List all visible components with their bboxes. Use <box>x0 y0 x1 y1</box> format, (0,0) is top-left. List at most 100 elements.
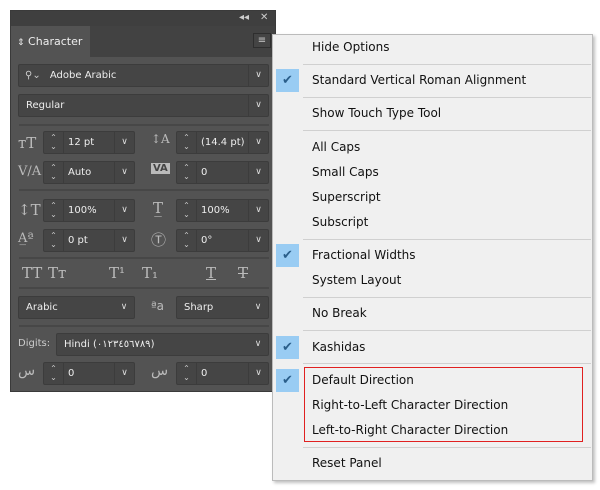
chevron-down-icon[interactable]: ∨ <box>114 162 134 183</box>
all-caps-button[interactable]: TT <box>22 264 42 282</box>
collapse-icon[interactable]: ◂◂ <box>239 12 249 23</box>
insert-space-icon: س <box>18 363 36 379</box>
highlight-box <box>304 367 583 442</box>
chevron-down-icon[interactable]: ∨ <box>248 132 268 153</box>
diacritic-position-field[interactable]: ⌃ ⌄ 0 ∨ <box>176 362 269 385</box>
stepper-icon[interactable]: ⌃ ⌄ <box>44 132 64 153</box>
font-size-field[interactable]: ⌃ ⌄ 12 pt ∨ <box>43 131 135 154</box>
menu-item-hide-options[interactable]: Hide Options <box>312 35 389 60</box>
leading-field[interactable]: ⌃ ⌄ (14.4 pt) ∨ <box>176 131 269 154</box>
font-size-icon: тT <box>18 134 37 152</box>
chevron-down-icon[interactable]: ∨ <box>248 162 268 183</box>
panel-top-bar: ◂◂ ✕ <box>11 11 275 26</box>
diacritic-position-value[interactable]: 0 <box>201 363 207 384</box>
chevron-down-icon[interactable]: ∨ <box>248 200 268 221</box>
menu-item-subscript[interactable]: Subscript <box>312 210 368 235</box>
checkmark-icon: ✔ <box>276 369 299 392</box>
vertical-scale-field[interactable]: ⌃ ⌄ 100% ∨ <box>43 199 135 222</box>
tracking-value[interactable]: 0 <box>201 162 207 183</box>
chevron-down-icon[interactable]: ∨ <box>114 200 134 221</box>
stepper-icon[interactable]: ⌃ ⌄ <box>44 200 64 221</box>
tab-arrows-icon: ⇕ <box>17 38 25 48</box>
menu-item-reset-panel[interactable]: Reset Panel <box>312 451 382 476</box>
chevron-down-icon[interactable]: ∨ <box>248 334 268 355</box>
leading-icon: ↕A <box>151 132 170 146</box>
menu-item-show-touch-type-tool[interactable]: Show Touch Type Tool <box>312 101 441 126</box>
stepper-icon[interactable]: ⌃ ⌄ <box>44 363 64 384</box>
horizontal-scale-value[interactable]: 100% <box>201 200 230 221</box>
menu-separator <box>303 239 591 240</box>
digits-value: Hindi (٠١٢٣٤٥٦٧٨٩) <box>64 339 155 350</box>
panel-menu-button[interactable]: ≡ <box>253 33 271 48</box>
menu-item-fractional-widths[interactable]: Fractional Widths <box>312 243 416 268</box>
divider <box>19 124 269 126</box>
menu-separator <box>303 97 591 98</box>
baseline-shift-field[interactable]: ⌃ ⌄ 0 pt ∨ <box>43 229 135 252</box>
menu-item-system-layout[interactable]: System Layout <box>312 268 401 293</box>
language-select[interactable]: Arabic ∨ <box>18 296 135 319</box>
menu-item-no-break[interactable]: No Break <box>312 301 367 326</box>
divider <box>19 257 269 259</box>
stepper-icon[interactable]: ⌃ ⌄ <box>177 162 197 183</box>
underline-button[interactable]: T <box>206 264 216 282</box>
rotation-value[interactable]: 0° <box>201 230 212 251</box>
strikethrough-button[interactable]: T <box>238 264 248 282</box>
close-icon[interactable]: ✕ <box>260 12 268 23</box>
stepper-icon[interactable]: ⌃ ⌄ <box>177 230 197 251</box>
insert-space-value[interactable]: 0 <box>68 363 74 384</box>
antialias-select[interactable]: Sharp ∨ <box>176 296 269 319</box>
baseline-shift-icon: A̲ª <box>18 231 34 246</box>
diacritic-position-icon: س <box>151 363 169 379</box>
tab-character[interactable]: ⇕ Character <box>11 26 90 57</box>
vertical-scale-icon: ↕T <box>18 201 41 219</box>
character-panel: ◂◂ ✕ ⇕ Character ≡ ⚲⌄ Adobe Arabic ∨ Reg… <box>10 10 276 392</box>
tracking-icon: VA <box>151 163 170 174</box>
small-caps-button[interactable]: Tт <box>48 264 66 282</box>
kerning-field[interactable]: ⌃ ⌄ Auto ∨ <box>43 161 135 184</box>
font-size-value[interactable]: 12 pt <box>68 132 94 153</box>
checkmark-icon: ✔ <box>276 336 299 359</box>
vertical-scale-value[interactable]: 100% <box>68 200 97 221</box>
stepper-icon[interactable]: ⌃ ⌄ <box>44 230 64 251</box>
rotation-field[interactable]: ⌃ ⌄ 0° ∨ <box>176 229 269 252</box>
digits-label: Digits: <box>18 338 51 349</box>
checkmark-icon: ✔ <box>276 244 299 267</box>
language-value: Arabic <box>26 302 58 313</box>
stepper-icon[interactable]: ⌃ ⌄ <box>177 363 197 384</box>
divider <box>19 325 269 327</box>
kerning-value[interactable]: Auto <box>68 162 91 183</box>
digits-select[interactable]: Hindi (٠١٢٣٤٥٦٧٨٩) ∨ <box>56 333 269 356</box>
stepper-icon[interactable]: ⌃ ⌄ <box>177 200 197 221</box>
menu-item-small-caps[interactable]: Small Caps <box>312 160 379 185</box>
chevron-down-icon[interactable]: ∨ <box>114 297 134 318</box>
leading-value[interactable]: (14.4 pt) <box>201 132 245 153</box>
chevron-down-icon[interactable]: ∨ <box>248 297 268 318</box>
baseline-shift-value[interactable]: 0 pt <box>68 230 88 251</box>
font-family-select[interactable]: ⚲⌄ Adobe Arabic ∨ <box>18 64 269 87</box>
chevron-down-icon[interactable]: ∨ <box>248 65 268 86</box>
tracking-field[interactable]: ⌃ ⌄ 0 ∨ <box>176 161 269 184</box>
antialias-value: Sharp <box>184 302 214 313</box>
menu-item-superscript[interactable]: Superscript <box>312 185 381 210</box>
chevron-down-icon[interactable]: ∨ <box>248 230 268 251</box>
menu-item-kashidas[interactable]: Kashidas <box>312 335 365 360</box>
font-family-value: Adobe Arabic <box>49 70 117 81</box>
menu-separator <box>303 130 591 131</box>
chevron-down-icon[interactable]: ∨ <box>114 363 134 384</box>
horizontal-scale-icon: T̲ <box>153 199 164 217</box>
insert-space-field[interactable]: ⌃ ⌄ 0 ∨ <box>43 362 135 385</box>
subscript-button[interactable]: T₁ <box>142 264 158 282</box>
menu-item-all-caps[interactable]: All Caps <box>312 135 360 160</box>
menu-item-standard-vertical-roman-alignment[interactable]: Standard Vertical Roman Alignment <box>312 68 526 93</box>
horizontal-scale-field[interactable]: ⌃ ⌄ 100% ∨ <box>176 199 269 222</box>
chevron-down-icon[interactable]: ∨ <box>248 95 268 116</box>
chevron-down-icon[interactable]: ∨ <box>248 363 268 384</box>
stepper-icon[interactable]: ⌃ ⌄ <box>177 132 197 153</box>
chevron-down-icon[interactable]: ∨ <box>114 230 134 251</box>
stepper-icon[interactable]: ⌃ ⌄ <box>44 162 64 183</box>
superscript-button[interactable]: T¹ <box>109 264 125 282</box>
menu-separator <box>303 447 591 448</box>
menu-separator <box>303 297 591 298</box>
chevron-down-icon[interactable]: ∨ <box>114 132 134 153</box>
font-style-select[interactable]: Regular ∨ <box>18 94 269 117</box>
